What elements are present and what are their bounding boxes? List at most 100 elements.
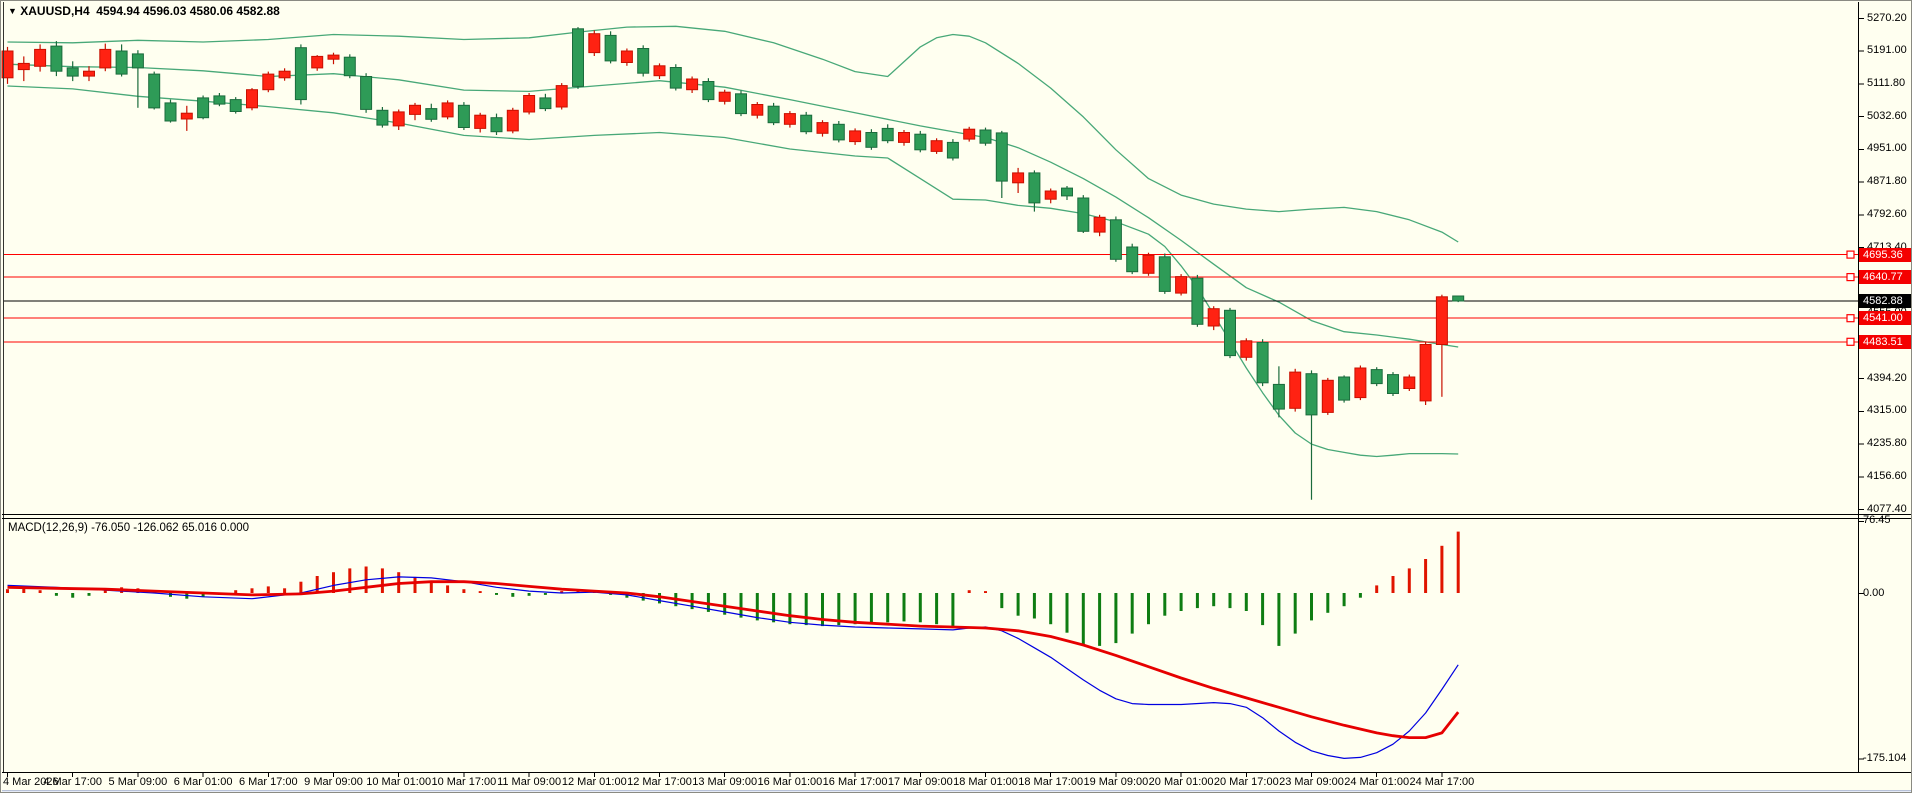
price-level-badge: 4541.00 — [1859, 311, 1912, 325]
candle-body — [247, 90, 258, 108]
price-level-badge: 4483.51 — [1859, 335, 1912, 349]
candle-body — [149, 74, 160, 108]
price-axis-label: 4315.00 — [1867, 404, 1912, 417]
candle-body — [1322, 380, 1333, 412]
candle-body — [51, 46, 62, 71]
candle-body — [100, 49, 111, 68]
candle-body — [1192, 278, 1203, 324]
candle-body — [475, 115, 486, 128]
candle-body — [931, 141, 942, 152]
candle-body — [344, 57, 355, 75]
candle-body — [719, 92, 730, 101]
candle-body — [573, 29, 584, 87]
price-axis-label: 5032.60 — [1867, 110, 1912, 123]
candle-body — [882, 128, 893, 140]
candle-body — [1062, 188, 1073, 196]
candle-body — [1159, 257, 1170, 292]
candle-body — [1225, 310, 1236, 355]
candle-body — [654, 66, 665, 76]
candle-body — [556, 86, 567, 107]
candle-body — [214, 96, 225, 104]
candle-body — [768, 106, 779, 123]
candle-body — [35, 49, 46, 66]
candle-body — [1078, 198, 1089, 231]
candle-body — [1420, 345, 1431, 401]
candle-body — [1404, 377, 1415, 389]
candle-body — [1257, 343, 1268, 383]
candle-body — [850, 131, 861, 142]
candle-body — [996, 133, 1007, 181]
candle-body — [1127, 247, 1138, 272]
price-axis-label: 4951.00 — [1867, 142, 1912, 155]
candle-body — [410, 105, 421, 114]
macd-line — [8, 577, 1459, 759]
candle-body — [230, 100, 241, 112]
price-axis-label: 5270.20 — [1867, 12, 1912, 25]
candle-body — [279, 71, 290, 78]
candle-body — [1371, 370, 1382, 384]
price-axis-label: 5191.00 — [1867, 44, 1912, 57]
current-price-badge: 4582.88 — [1859, 294, 1912, 308]
candle-body — [1436, 297, 1447, 345]
candle-body — [817, 123, 828, 134]
level-marker-square — [1847, 251, 1854, 258]
candle-body — [1045, 191, 1056, 199]
price-axis-label: 4871.80 — [1867, 175, 1912, 188]
symbol-period-label: XAUUSD,H4 — [20, 4, 89, 18]
candle-body — [703, 82, 714, 100]
candle-body — [980, 130, 991, 143]
candle-body — [426, 109, 437, 120]
macd-axis-label: 76.45 — [1863, 514, 1912, 527]
candle-body — [1290, 372, 1301, 408]
candle-body — [589, 34, 600, 53]
macd-signal-line — [8, 582, 1459, 738]
candle-body — [491, 118, 502, 132]
candle-body — [752, 105, 763, 116]
candle-body — [915, 134, 926, 150]
level-marker-square — [1847, 315, 1854, 322]
candle-body — [181, 113, 192, 119]
chart-canvas[interactable] — [1, 1, 1912, 793]
candle-body — [670, 68, 681, 89]
candle-body — [198, 98, 209, 118]
candle-body — [1143, 255, 1154, 273]
candle-body — [621, 51, 632, 63]
candle-body — [605, 35, 616, 61]
price-level-badge: 4640.77 — [1859, 270, 1912, 284]
candle-body — [784, 114, 795, 125]
candle-body — [312, 56, 323, 68]
macd-indicator-label: MACD(12,26,9) -76.050 -126.062 65.016 0.… — [8, 522, 249, 534]
ohlc-summary-label: 4594.94 4596.03 4580.06 4582.88 — [96, 4, 280, 18]
candle-body — [899, 133, 910, 143]
candle-body — [377, 110, 388, 125]
candle-body — [1388, 375, 1399, 394]
candle-body — [116, 51, 127, 74]
chart-window: ▼ XAUUSD,H4 4594.94 4596.03 4580.06 4582… — [0, 0, 1912, 793]
candle-body — [1306, 374, 1317, 415]
candle-body — [442, 103, 453, 117]
macd-axis-label: -175.104 — [1863, 752, 1912, 765]
title-bar: ▼ XAUUSD,H4 4594.94 4596.03 4580.06 4582… — [8, 4, 280, 18]
candle-body — [801, 115, 812, 132]
level-marker-square — [1847, 274, 1854, 281]
level-marker-square — [1847, 338, 1854, 345]
bollinger-upper-band — [8, 26, 1459, 242]
dropdown-arrow-icon[interactable]: ▼ — [8, 6, 17, 16]
candle-body — [1355, 368, 1366, 398]
candle-body — [638, 49, 649, 74]
candle-body — [328, 55, 339, 59]
candle-body — [1241, 341, 1252, 358]
price-axis-label: 4156.60 — [1867, 470, 1912, 483]
candle-body — [295, 48, 306, 100]
candle-body — [393, 112, 404, 126]
candle-body — [1339, 377, 1350, 400]
candle-body — [1110, 220, 1121, 259]
bollinger-lower-band — [8, 86, 1459, 457]
candle-body — [964, 129, 975, 139]
candle-body — [263, 74, 274, 90]
candle-body — [1208, 309, 1219, 326]
candle-body — [165, 103, 176, 121]
candle-body — [540, 98, 551, 109]
candle-body — [687, 79, 698, 90]
price-level-badge: 4695.36 — [1859, 248, 1912, 262]
